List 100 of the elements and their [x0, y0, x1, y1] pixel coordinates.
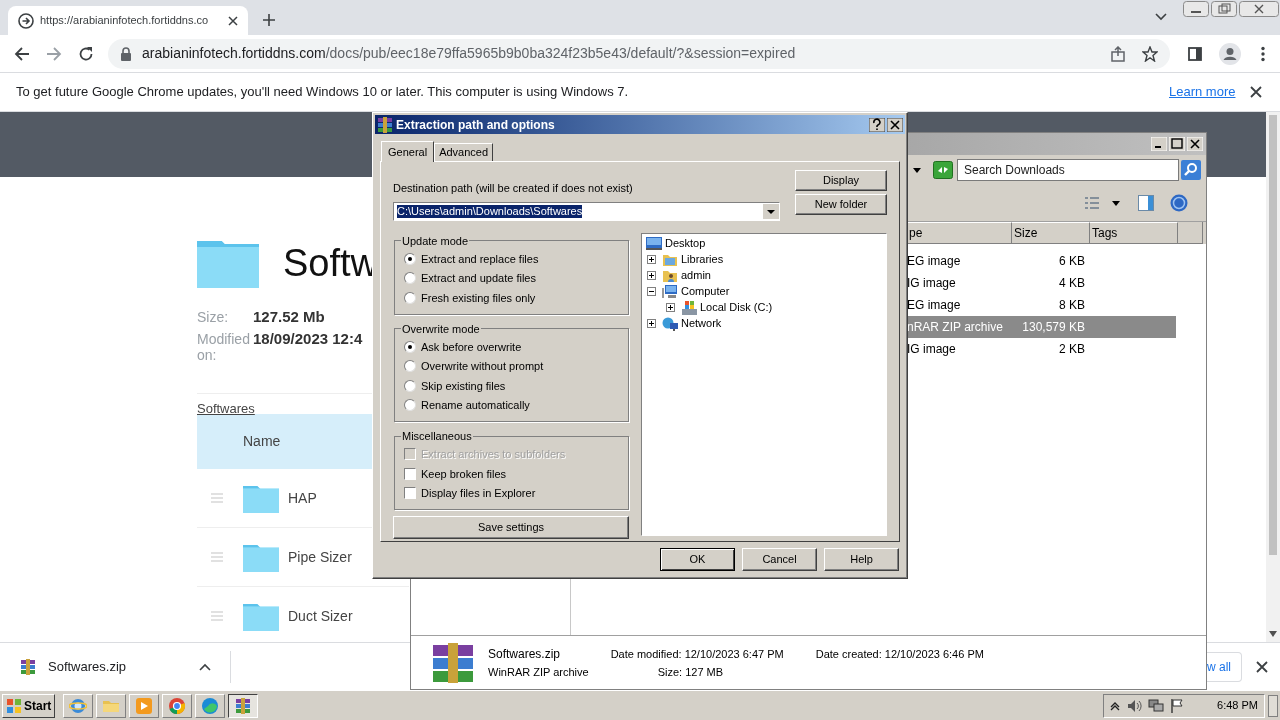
restore-icon[interactable] — [1211, 1, 1237, 17]
share-icon[interactable] — [1110, 45, 1126, 62]
file-row[interactable]: EG image 8 KB — [907, 294, 1176, 316]
tab[interactable]: General — [381, 141, 435, 162]
search-field[interactable]: Search Downloads — [957, 159, 1179, 181]
option-label: Overwrite without prompt — [421, 359, 544, 374]
folder-tree[interactable]: Desktop Libraries admin Computer Local Disk (C:) Network — [641, 232, 887, 536]
tree-item[interactable]: Desktop — [665, 235, 706, 252]
column-header: Name — [243, 432, 281, 451]
archive-stack-icon — [431, 642, 475, 683]
file-type: EG image — [907, 253, 962, 270]
tree-item[interactable]: admin — [681, 267, 711, 284]
minimize-icon[interactable] — [1183, 1, 1209, 17]
start-button[interactable]: Start — [2, 693, 56, 718]
file-type: IG image — [907, 275, 957, 292]
taskbar-button[interactable] — [228, 693, 259, 718]
file-size: 2 KB — [1058, 341, 1085, 358]
download-file-name[interactable]: Softwares.zip — [48, 656, 127, 677]
column-header[interactable]: pe — [907, 222, 1012, 244]
tree-item[interactable]: Network — [681, 315, 722, 332]
file-size: 130,579 KB — [1021, 319, 1085, 336]
radio-button[interactable] — [404, 360, 416, 373]
play-icon — [135, 696, 154, 715]
flag-icon[interactable] — [1170, 697, 1184, 714]
close-icon[interactable] — [228, 15, 238, 26]
dropdown-arrow-icon[interactable] — [1112, 200, 1120, 206]
chevron-up-icon[interactable] — [199, 662, 212, 671]
scrollbar[interactable] — [1266, 112, 1280, 642]
refresh-arrows-icon[interactable] — [933, 161, 953, 179]
plus-icon[interactable] — [262, 13, 276, 27]
file-row[interactable]: IG image 2 KB — [907, 338, 1176, 360]
drag-handle-icon[interactable] — [211, 493, 223, 503]
browser-tab[interactable]: https://arabianinfotech.fortiddns.co — [8, 6, 248, 35]
dialog-button[interactable]: OK — [660, 548, 735, 571]
collapse-icon[interactable] — [647, 287, 656, 296]
dialog-button[interactable]: Display — [795, 170, 887, 191]
side-panel-icon[interactable] — [1188, 46, 1202, 61]
file-row[interactable]: EG image 6 KB — [907, 250, 1176, 272]
close-icon[interactable] — [1250, 86, 1262, 98]
search-icon[interactable] — [1181, 160, 1201, 180]
back-arrow-icon[interactable] — [14, 45, 30, 62]
expand-icon[interactable] — [647, 319, 656, 328]
tricolor-circle-icon — [168, 696, 187, 715]
expand-icon[interactable] — [647, 255, 656, 264]
path-combo-box[interactable]: C:\Users\admin\Downloads\Softwares — [393, 201, 780, 221]
learn-more-link[interactable]: Learn more — [1169, 82, 1236, 102]
radio-button[interactable] — [404, 272, 416, 285]
breadcrumb-link[interactable]: Softwares — [197, 401, 255, 416]
forward-arrow-icon[interactable] — [46, 45, 62, 62]
close-icon[interactable] — [887, 117, 903, 132]
star-icon[interactable] — [1142, 45, 1158, 62]
menu-icon[interactable] — [1261, 45, 1265, 62]
help-icon[interactable] — [869, 117, 885, 132]
maximize-icon[interactable] — [1169, 137, 1185, 151]
folder-icon — [243, 542, 279, 572]
preview-pane-icon[interactable] — [1138, 195, 1154, 211]
clock: 6:48 PM — [1217, 698, 1258, 714]
file-row[interactable]: IG image 4 KB — [907, 272, 1176, 294]
tab[interactable]: Advanced — [434, 143, 494, 161]
chevron-down-icon[interactable] — [1155, 13, 1167, 21]
drag-handle-icon[interactable] — [211, 552, 223, 562]
dialog-button[interactable]: New folder — [795, 194, 887, 215]
radio-button[interactable] — [404, 340, 416, 353]
dialog-button[interactable]: Help — [824, 548, 899, 571]
file-type: WinRAR ZIP archive — [488, 664, 589, 680]
radio-button[interactable] — [404, 379, 416, 392]
file-type: IG image — [907, 341, 957, 358]
column-header[interactable]: Tags — [1090, 222, 1178, 244]
network-icon[interactable] — [1148, 697, 1164, 714]
folder-icon — [662, 252, 678, 267]
dropdown-arrow-icon[interactable] — [913, 167, 921, 173]
expand-icon[interactable] — [666, 303, 675, 312]
profile-avatar-icon[interactable] — [1219, 42, 1241, 65]
tree-item[interactable]: Computer — [681, 283, 730, 300]
swirl-icon — [201, 696, 220, 715]
show-desktop-button[interactable] — [1268, 694, 1278, 717]
address-bar[interactable]: arabianinfotech.fortiddns.com/docs/pub/eec18e79ffa5965b9b0ba324f23b5e43/default/?&session=expired — [108, 38, 1170, 69]
scroll-down-icon[interactable] — [1269, 631, 1277, 637]
column-header[interactable]: Size — [1012, 222, 1090, 244]
checkbox[interactable] — [404, 487, 416, 500]
close-icon[interactable] — [1239, 1, 1279, 17]
close-icon[interactable] — [1256, 660, 1268, 673]
radio-button[interactable] — [404, 291, 416, 304]
radio-button[interactable] — [404, 252, 416, 265]
tree-item[interactable]: Libraries — [681, 251, 724, 268]
column-header[interactable] — [1178, 222, 1203, 244]
checkbox[interactable] — [404, 467, 416, 480]
drag-handle-icon[interactable] — [211, 611, 223, 621]
option-label: Fresh existing files only — [421, 290, 536, 306]
tree-item[interactable]: Local Disk (C:) — [700, 299, 773, 316]
expand-icon[interactable] — [647, 271, 656, 280]
reload-icon[interactable] — [78, 45, 94, 62]
meta-value: 18/09/2023 12:4 — [253, 331, 363, 347]
meta-label: Size: — [197, 309, 230, 325]
radio-button[interactable] — [404, 399, 416, 412]
item-name: Duct Sizer — [288, 606, 353, 626]
save-settings-button[interactable]: Save settings — [393, 516, 629, 539]
group-title: Miscellaneous — [401, 429, 473, 444]
chevron-up-icon[interactable] — [1110, 700, 1120, 711]
dialog-button[interactable]: Cancel — [742, 548, 817, 571]
